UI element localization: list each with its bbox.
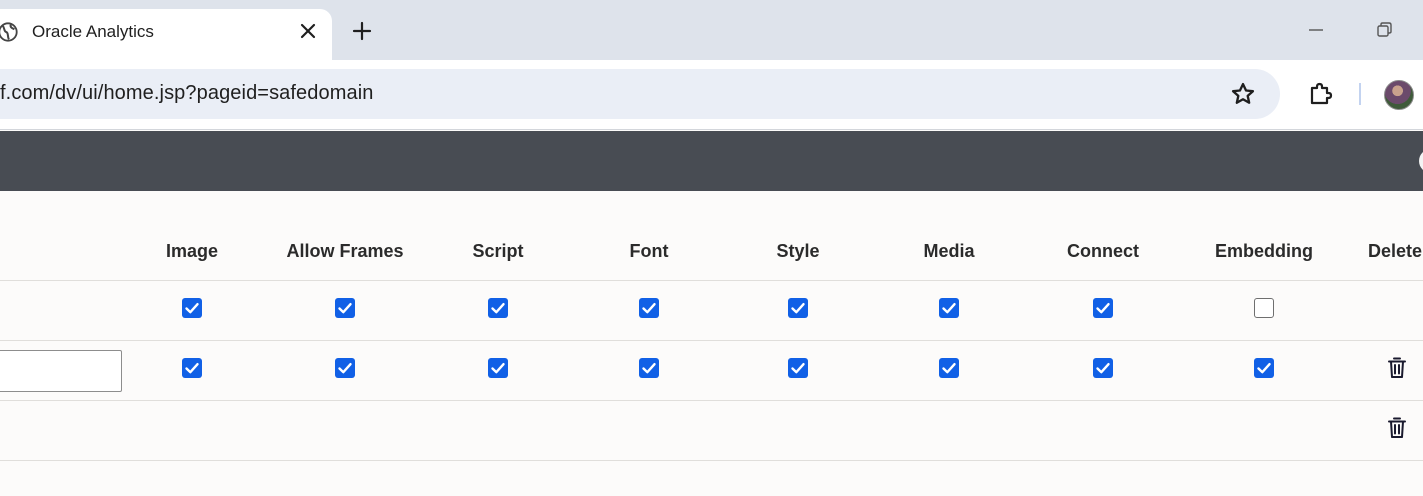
check-icon (1257, 363, 1271, 374)
row-divider (0, 280, 1423, 281)
checkbox-image[interactable] (182, 298, 202, 318)
globe-icon (0, 22, 18, 42)
url-text[interactable]: f.com/dv/ui/home.jsp?pageid=safedomain (0, 82, 373, 105)
trash-icon[interactable] (1385, 355, 1409, 381)
checkbox-media[interactable] (939, 358, 959, 378)
domain-input[interactable] (0, 350, 122, 392)
check-icon (338, 303, 352, 314)
check-icon (1096, 303, 1110, 314)
toolbar-separator (1359, 83, 1361, 105)
checkbox-script[interactable] (488, 358, 508, 378)
app-header-bar (0, 131, 1423, 191)
check-icon (642, 303, 656, 314)
checkbox-embedding[interactable] (1254, 358, 1274, 378)
checkbox-style[interactable] (788, 298, 808, 318)
checkbox-connect[interactable] (1093, 298, 1113, 318)
checkbox-font[interactable] (639, 358, 659, 378)
header-font: Font (629, 241, 669, 261)
checkbox-image[interactable] (182, 358, 202, 378)
check-icon (942, 303, 956, 314)
close-tab-icon[interactable] (296, 19, 320, 43)
browser-toolbar: f.com/dv/ui/home.jsp?pageid=safedomain (0, 60, 1423, 130)
trash-icon[interactable] (1385, 415, 1409, 441)
new-tab-icon[interactable] (349, 18, 375, 44)
check-icon (1096, 363, 1110, 374)
row-divider (0, 460, 1423, 461)
checkbox-allow-frames[interactable] (335, 358, 355, 378)
row-divider (0, 400, 1423, 401)
profile-avatar[interactable] (1384, 80, 1414, 110)
header-delete: Delete (1368, 241, 1423, 261)
checkbox-allow-frames[interactable] (335, 298, 355, 318)
restore-icon[interactable] (1372, 18, 1396, 42)
row-divider (0, 340, 1423, 341)
extensions-puzzle-icon[interactable] (1306, 79, 1336, 109)
check-icon (185, 363, 199, 374)
address-bar[interactable]: f.com/dv/ui/home.jsp?pageid=safedomain (0, 69, 1280, 119)
check-icon (491, 303, 505, 314)
header-script: Script (472, 241, 524, 261)
check-icon (791, 303, 805, 314)
header-embedding: Embedding (1215, 241, 1313, 261)
browser-tab-strip: Oracle Analytics (0, 0, 1423, 60)
header-image: Image (165, 241, 219, 261)
checkbox-media[interactable] (939, 298, 959, 318)
browser-tab[interactable]: Oracle Analytics (0, 9, 332, 60)
checkbox-connect[interactable] (1093, 358, 1113, 378)
bookmark-star-icon[interactable] (1229, 80, 1257, 108)
check-icon (185, 303, 199, 314)
minimize-icon[interactable] (1304, 18, 1328, 42)
header-style: Style (776, 241, 820, 261)
check-icon (642, 363, 656, 374)
safe-domains-table: Image Allow Frames Script Font Style Med… (0, 191, 1423, 496)
tab-title: Oracle Analytics (32, 22, 154, 41)
check-icon (942, 363, 956, 374)
checkbox-script[interactable] (488, 298, 508, 318)
checkbox-font[interactable] (639, 298, 659, 318)
check-icon (491, 363, 505, 374)
checkbox-embedding[interactable] (1254, 298, 1274, 318)
header-media: Media (923, 241, 975, 261)
header-allow-frames: Allow Frames (286, 241, 404, 261)
user-menu-icon[interactable] (1419, 149, 1423, 173)
check-icon (791, 363, 805, 374)
checkbox-style[interactable] (788, 358, 808, 378)
check-icon (338, 363, 352, 374)
header-connect: Connect (1067, 241, 1139, 261)
